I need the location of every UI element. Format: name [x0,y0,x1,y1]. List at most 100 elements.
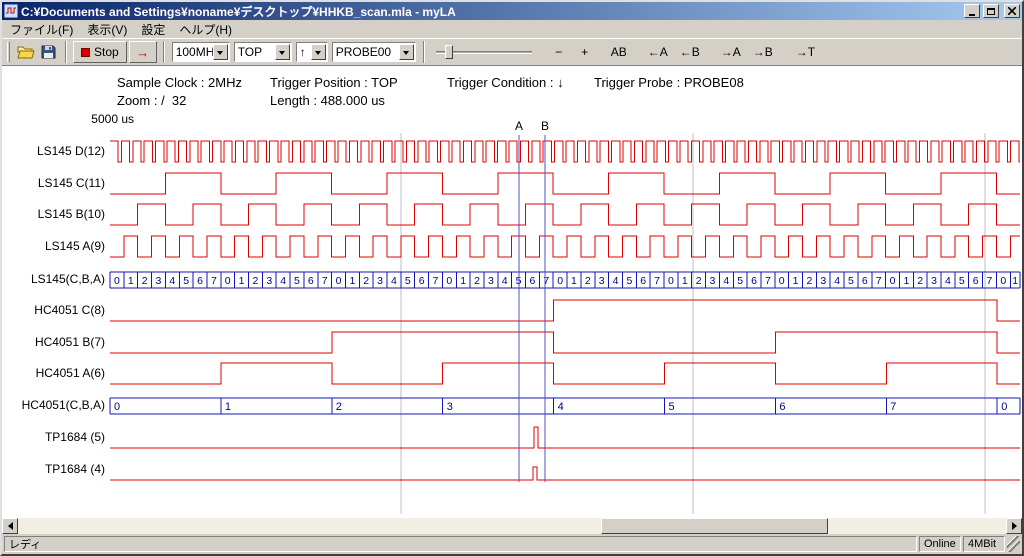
open-button[interactable] [14,41,37,63]
waveform-client-area: Sample Clock : 2MHz Trigger Position : T… [2,66,1022,518]
svg-text:7: 7 [890,401,896,413]
trigger-position-value: TOP [235,45,275,59]
svg-text:2: 2 [336,401,342,413]
left-to-a-button[interactable]: ←A [645,42,671,62]
scrollbar-track[interactable] [18,518,1006,534]
app-window: C:¥Documents and Settings¥noname¥デスクトップ¥… [0,0,1024,556]
svg-text:7: 7 [433,275,439,287]
svg-text:3: 3 [488,275,494,287]
svg-text:1: 1 [903,275,909,287]
close-button[interactable] [1004,4,1020,18]
waveform-3 [110,236,1020,257]
svg-text:0: 0 [114,401,120,413]
status-message: レディ [4,536,917,552]
toolbar: Stop → 100MHz TOP ↑ PROBE00 −+ AB ←A ←B →A →B… [2,38,1022,66]
svg-text:6: 6 [419,275,425,287]
svg-text:1: 1 [793,275,799,287]
svg-text:1: 1 [239,275,245,287]
scroll-right-button[interactable] [1006,518,1022,534]
svg-text:2: 2 [807,275,813,287]
svg-text:0: 0 [668,275,674,287]
run-button[interactable]: → [129,41,157,63]
horizontal-scrollbar[interactable] [2,518,1022,534]
chevron-down-icon[interactable] [275,44,290,60]
svg-text:2: 2 [363,275,369,287]
svg-text:7: 7 [765,275,771,287]
svg-text:0: 0 [1000,275,1006,287]
waveform-display[interactable]: 0123456701234567012345670123456701234567… [2,66,1022,518]
svg-text:7: 7 [322,275,328,287]
left-to-b-button[interactable]: ←B [677,42,703,62]
close-icon [1008,7,1016,15]
menu-settings[interactable]: 設定 [134,20,172,39]
right-to-trigger-button[interactable]: →T [793,42,818,62]
minimize-button[interactable] [964,4,980,18]
menu-help[interactable]: ヘルプ(H) [172,20,239,39]
svg-text:4: 4 [169,275,175,287]
zoom-out-button[interactable]: − [549,42,569,62]
svg-text:4: 4 [558,401,564,413]
menu-file[interactable]: ファイル(F) [3,20,80,39]
bus-4: 0123456701234567012345670123456701234567… [110,272,1020,288]
svg-text:0: 0 [779,275,785,287]
cursor-a-label: A [515,119,523,133]
svg-text:0: 0 [1001,401,1007,413]
svg-text:7: 7 [987,275,993,287]
sample-clock-value: 100MHz [173,45,213,59]
svg-text:4: 4 [280,275,286,287]
titlebar[interactable]: C:¥Documents and Settings¥noname¥デスクトップ¥… [2,2,1022,20]
zoom-in-button[interactable]: + [575,42,595,62]
menu-view[interactable]: 表示(V) [80,20,134,39]
scrollbar-thumb[interactable] [601,518,828,534]
ab-button[interactable]: AB [608,42,630,62]
right-to-b-button[interactable]: →B [750,42,776,62]
trigger-edge-value: ↑ [297,45,311,59]
svg-text:2: 2 [474,275,480,287]
svg-text:6: 6 [197,275,203,287]
svg-text:2: 2 [142,275,148,287]
waveform-6 [110,332,1020,353]
svg-text:3: 3 [710,275,716,287]
floppy-icon [41,45,56,59]
probe-value: PROBE00 [333,45,399,59]
toolbar-buttons: −+ AB ←A ←B →A →B →T [546,42,821,62]
maximize-button[interactable] [983,4,999,18]
svg-text:4: 4 [834,275,840,287]
svg-text:5: 5 [848,275,854,287]
svg-text:4: 4 [723,275,729,287]
svg-text:7: 7 [543,275,549,287]
toolbar-grip[interactable] [7,42,10,62]
stop-button[interactable]: Stop [73,41,127,63]
svg-text:7: 7 [211,275,217,287]
save-button[interactable] [37,41,60,63]
svg-text:5: 5 [669,401,675,413]
menu-bar: ファイル(F)表示(V)設定ヘルプ(H) [2,20,1022,38]
slider-handle[interactable] [445,45,453,59]
probe-select[interactable]: PROBE00 [332,42,416,62]
status-bar: レディ Online 4MBit [2,534,1022,554]
trigger-position-select[interactable]: TOP [234,42,292,62]
waveform-2 [110,204,1020,225]
status-online: Online [919,536,961,552]
svg-text:7: 7 [654,275,660,287]
svg-text:3: 3 [156,275,162,287]
resize-grip[interactable] [1007,536,1020,552]
svg-text:6: 6 [530,275,536,287]
svg-text:1: 1 [682,275,688,287]
scroll-left-button[interactable] [2,518,18,534]
waveform-9 [110,427,1020,448]
chevron-down-icon[interactable] [311,44,326,60]
chevron-down-icon[interactable] [213,44,228,60]
sample-clock-select[interactable]: 100MHz [172,42,230,62]
trigger-edge-select[interactable]: ↑ [296,42,328,62]
svg-text:0: 0 [225,275,231,287]
svg-text:1: 1 [1012,275,1018,287]
zoom-slider[interactable] [436,42,532,62]
right-to-a-button[interactable]: →A [718,42,744,62]
svg-text:5: 5 [294,275,300,287]
chevron-down-icon[interactable] [399,44,414,60]
stop-label: Stop [94,45,119,59]
svg-text:5: 5 [405,275,411,287]
svg-text:3: 3 [377,275,383,287]
svg-text:2: 2 [253,275,259,287]
